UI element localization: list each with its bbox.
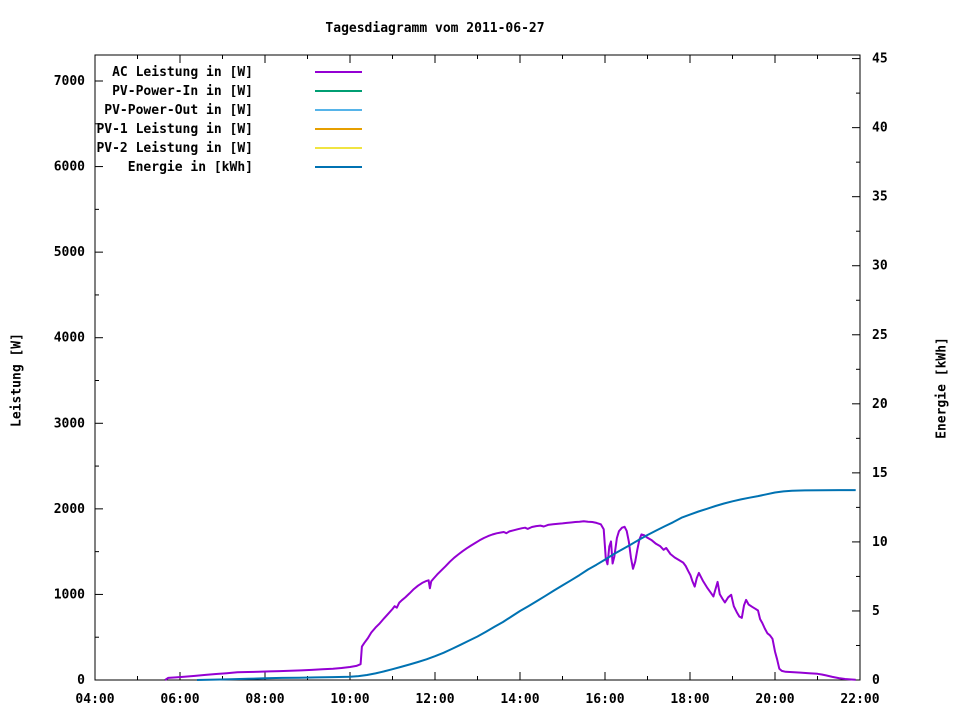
legend-item-label: PV-Power-Out in [W] [104,103,253,118]
y-left-tick-label: 7000 [54,74,85,89]
x-tick-label: 06:00 [160,692,199,707]
x-tick-label: 14:00 [500,692,539,707]
x-tick-label: 08:00 [245,692,284,707]
chart-canvas: Tagesdiagramm vom 2011-06-27 Leistung [W… [0,0,960,720]
legend-item-label: AC Leistung in [W] [112,65,253,80]
y-left-tick-label: 4000 [54,331,85,346]
series-line-ac-leistung-in-w [164,520,856,681]
y-left-tick-label: 5000 [54,245,85,260]
y-left-tick-label: 6000 [54,160,85,175]
y-right-tick-label: 20 [872,397,888,412]
y-left-tick-label: 2000 [54,502,85,517]
y-right-tick-label: 45 [872,52,888,67]
x-tick-label: 22:00 [840,692,879,707]
x-tick-label: 16:00 [585,692,624,707]
y-left-tick-label: 1000 [54,587,85,602]
y-right-tick-label: 5 [872,604,880,619]
y-right-tick-label: 10 [872,535,888,550]
y-right-tick-label: 40 [872,121,888,136]
y-left-tick-label: 0 [77,673,85,688]
y-right-tick-label: 25 [872,328,888,343]
plot-area: 04:00 06:00 08:00 10:00 12:00 14:00 16:00 18:00… [54,52,888,707]
x-tick-label: 04:00 [75,692,114,707]
y-right-tick-label: 15 [872,466,888,481]
legend-item-label: PV-2 Leistung in [W] [96,141,253,156]
x-tick-label: 20:00 [755,692,794,707]
y-right-tick-label: 30 [872,259,888,274]
y-right-tick-label: 35 [872,190,888,205]
x-tick-label: 12:00 [415,692,454,707]
y-right-tick-label: 0 [872,673,880,688]
legend-item-label: PV-1 Leistung in [W] [96,122,253,137]
x-tick-label: 10:00 [330,692,369,707]
series-line-energie-in-kwh [196,489,856,681]
legend-item-label: PV-Power-In in [W] [112,84,253,99]
x-tick-label: 18:00 [670,692,709,707]
y-left-tick-label: 3000 [54,416,85,431]
legend-item-label: Energie in [kWh] [128,160,253,175]
